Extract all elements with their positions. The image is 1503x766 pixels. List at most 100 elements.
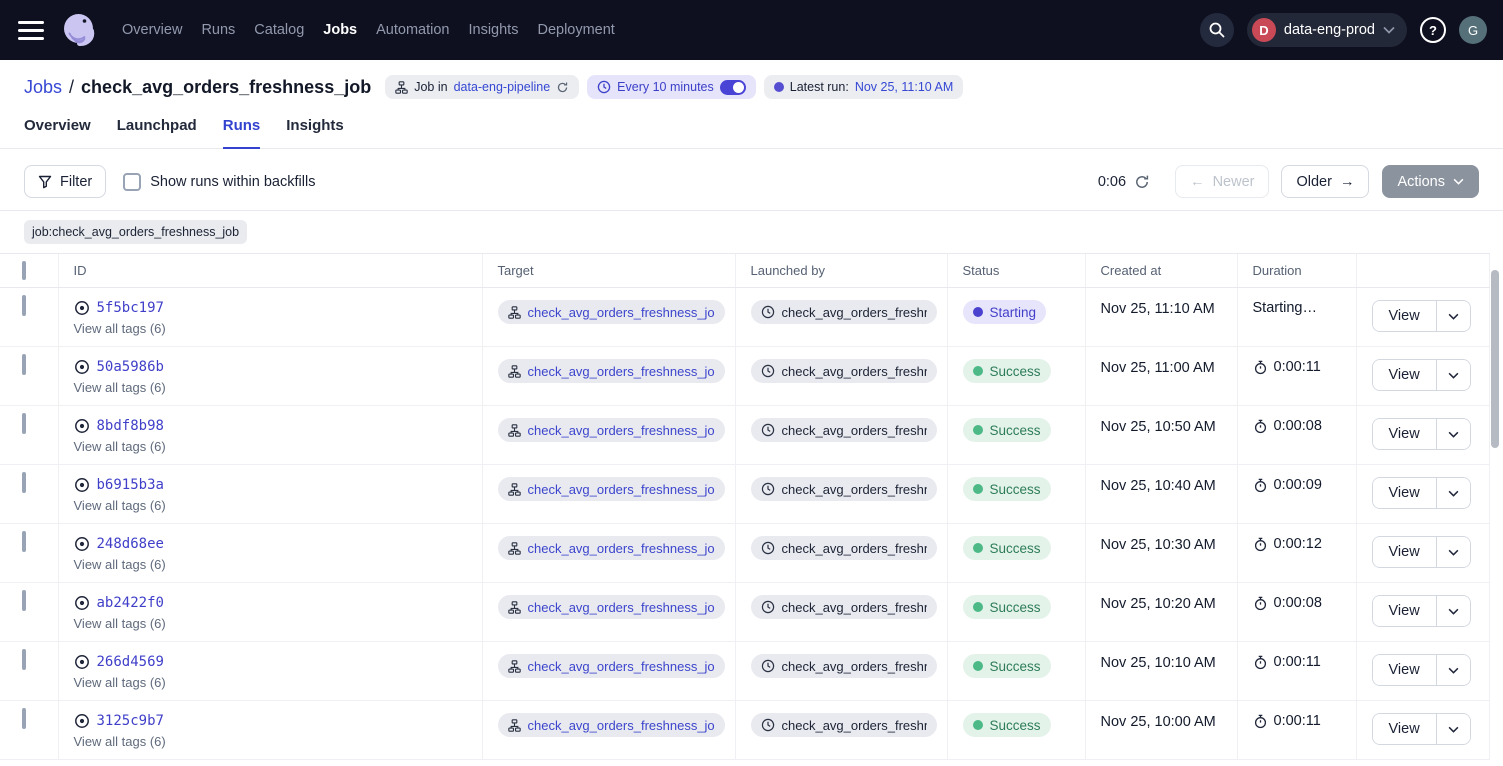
run-id-link[interactable]: 266d4569	[97, 654, 164, 670]
view-button[interactable]: View	[1373, 301, 1437, 331]
user-avatar[interactable]: G	[1459, 16, 1487, 44]
run-target-pill[interactable]: check_avg_orders_freshness_job	[498, 654, 725, 678]
nav-item-insights[interactable]: Insights	[468, 22, 518, 38]
view-button[interactable]: View	[1373, 419, 1437, 449]
filter-button[interactable]: Filter	[24, 165, 106, 198]
newer-button[interactable]: ← Newer	[1175, 165, 1269, 198]
job-filter-tag[interactable]: job:check_avg_orders_freshness_job	[24, 220, 247, 244]
nav-item-automation[interactable]: Automation	[376, 22, 449, 38]
view-dropdown-button[interactable]	[1437, 655, 1470, 685]
status-dot-icon	[973, 484, 983, 494]
job-graph-icon	[508, 601, 521, 614]
view-all-tags-link[interactable]: View all tags (6)	[74, 734, 472, 749]
view-all-tags-link[interactable]: View all tags (6)	[74, 498, 472, 513]
table-row: b6915b3a View all tags (6) check_avg_ord…	[0, 465, 1489, 524]
row-checkbox[interactable]	[22, 295, 26, 316]
view-dropdown-button[interactable]	[1437, 596, 1470, 626]
run-target-pill[interactable]: check_avg_orders_freshness_job	[498, 713, 725, 737]
view-all-tags-link[interactable]: View all tags (6)	[74, 557, 472, 572]
view-dropdown-button[interactable]	[1437, 360, 1470, 390]
view-dropdown-button[interactable]	[1437, 419, 1470, 449]
schedule-toggle[interactable]	[720, 80, 746, 95]
created-at-value: Nov 25, 10:00 AM	[1101, 714, 1216, 730]
run-target-pill[interactable]: check_avg_orders_freshness_job	[498, 477, 725, 501]
nav-item-overview[interactable]: Overview	[122, 22, 182, 38]
run-target-pill[interactable]: check_avg_orders_freshness_job	[498, 300, 725, 324]
view-dropdown-button[interactable]	[1437, 478, 1470, 508]
latest-run-link[interactable]: Nov 25, 11:10 AM	[855, 80, 953, 94]
launched-by-pill[interactable]: check_avg_orders_freshn…	[751, 300, 937, 324]
view-button[interactable]: View	[1373, 537, 1437, 567]
nav-item-deployment[interactable]: Deployment	[537, 22, 614, 38]
nav-item-jobs[interactable]: Jobs	[323, 22, 357, 38]
nav-item-runs[interactable]: Runs	[201, 22, 235, 38]
view-all-tags-link[interactable]: View all tags (6)	[74, 675, 472, 690]
run-id-link[interactable]: 50a5986b	[97, 359, 164, 375]
breadcrumb-separator: /	[69, 77, 74, 98]
launched-by-pill[interactable]: check_avg_orders_freshn…	[751, 713, 937, 737]
run-target-pill[interactable]: check_avg_orders_freshness_job	[498, 595, 725, 619]
launched-by-pill[interactable]: check_avg_orders_freshn…	[751, 477, 937, 501]
run-id-link[interactable]: 8bdf8b98	[97, 418, 164, 434]
launched-by-pill[interactable]: check_avg_orders_freshn…	[751, 536, 937, 560]
view-dropdown-button[interactable]	[1437, 537, 1470, 567]
view-button[interactable]: View	[1373, 596, 1437, 626]
launched-by-pill[interactable]: check_avg_orders_freshn…	[751, 595, 937, 619]
row-checkbox[interactable]	[22, 531, 26, 552]
deployment-switcher[interactable]: D data-eng-prod	[1247, 13, 1407, 47]
row-checkbox[interactable]	[22, 354, 26, 375]
chevron-down-icon	[1448, 431, 1459, 438]
hamburger-menu-icon[interactable]	[18, 21, 44, 40]
dagster-logo-icon[interactable]	[58, 9, 100, 51]
row-checkbox[interactable]	[22, 413, 26, 434]
run-id-link[interactable]: ab2422f0	[97, 595, 164, 611]
launched-by-pill[interactable]: check_avg_orders_freshn…	[751, 654, 937, 678]
table-row: ab2422f0 View all tags (6) check_avg_ord…	[0, 583, 1489, 642]
launched-by-pill[interactable]: check_avg_orders_freshn…	[751, 418, 937, 442]
run-id-link[interactable]: 248d68ee	[97, 536, 164, 552]
view-button[interactable]: View	[1373, 655, 1437, 685]
view-button[interactable]: View	[1373, 360, 1437, 390]
breadcrumb-jobs-link[interactable]: Jobs	[24, 77, 62, 98]
tab-insights[interactable]: Insights	[286, 117, 344, 149]
view-dropdown-button[interactable]	[1437, 301, 1470, 331]
launched-by-pill[interactable]: check_avg_orders_freshn…	[751, 359, 937, 383]
run-target-pill[interactable]: check_avg_orders_freshness_job	[498, 536, 725, 560]
run-id-link[interactable]: 5f5bc197	[97, 300, 164, 316]
chevron-down-icon	[1448, 726, 1459, 733]
view-all-tags-link[interactable]: View all tags (6)	[74, 439, 472, 454]
run-target-pill[interactable]: check_avg_orders_freshness_job	[498, 418, 725, 442]
clock-icon	[761, 364, 775, 378]
pipeline-link[interactable]: data-eng-pipeline	[454, 80, 551, 94]
clock-icon	[761, 541, 775, 555]
select-all-checkbox[interactable]	[22, 261, 26, 280]
run-id-link[interactable]: 3125c9b7	[97, 713, 164, 729]
run-target-pill[interactable]: check_avg_orders_freshness_job	[498, 359, 725, 383]
nav-item-catalog[interactable]: Catalog	[254, 22, 304, 38]
view-all-tags-link[interactable]: View all tags (6)	[74, 616, 472, 631]
run-id-link[interactable]: b6915b3a	[97, 477, 164, 493]
search-button[interactable]	[1200, 13, 1234, 47]
row-checkbox[interactable]	[22, 649, 26, 670]
row-checkbox[interactable]	[22, 708, 26, 729]
row-checkbox[interactable]	[22, 472, 26, 493]
refresh-button[interactable]	[1134, 174, 1150, 190]
run-target-icon	[74, 654, 90, 670]
view-all-tags-link[interactable]: View all tags (6)	[74, 321, 472, 336]
view-button[interactable]: View	[1373, 478, 1437, 508]
view-all-tags-link[interactable]: View all tags (6)	[74, 380, 472, 395]
row-checkbox[interactable]	[22, 590, 26, 611]
tab-launchpad[interactable]: Launchpad	[117, 117, 197, 149]
view-dropdown-button[interactable]	[1437, 714, 1470, 744]
show-backfills-checkbox[interactable]	[123, 173, 141, 191]
actions-button[interactable]: Actions	[1382, 165, 1479, 198]
chevron-down-icon	[1453, 178, 1464, 185]
help-button[interactable]: ?	[1420, 17, 1446, 43]
tab-runs[interactable]: Runs	[223, 117, 261, 149]
view-button[interactable]: View	[1373, 714, 1437, 744]
clock-icon	[761, 659, 775, 673]
vertical-scrollbar-thumb[interactable]	[1491, 270, 1499, 448]
older-button[interactable]: Older →	[1281, 165, 1369, 198]
tab-overview[interactable]: Overview	[24, 117, 91, 149]
status-dot-icon	[973, 307, 983, 317]
